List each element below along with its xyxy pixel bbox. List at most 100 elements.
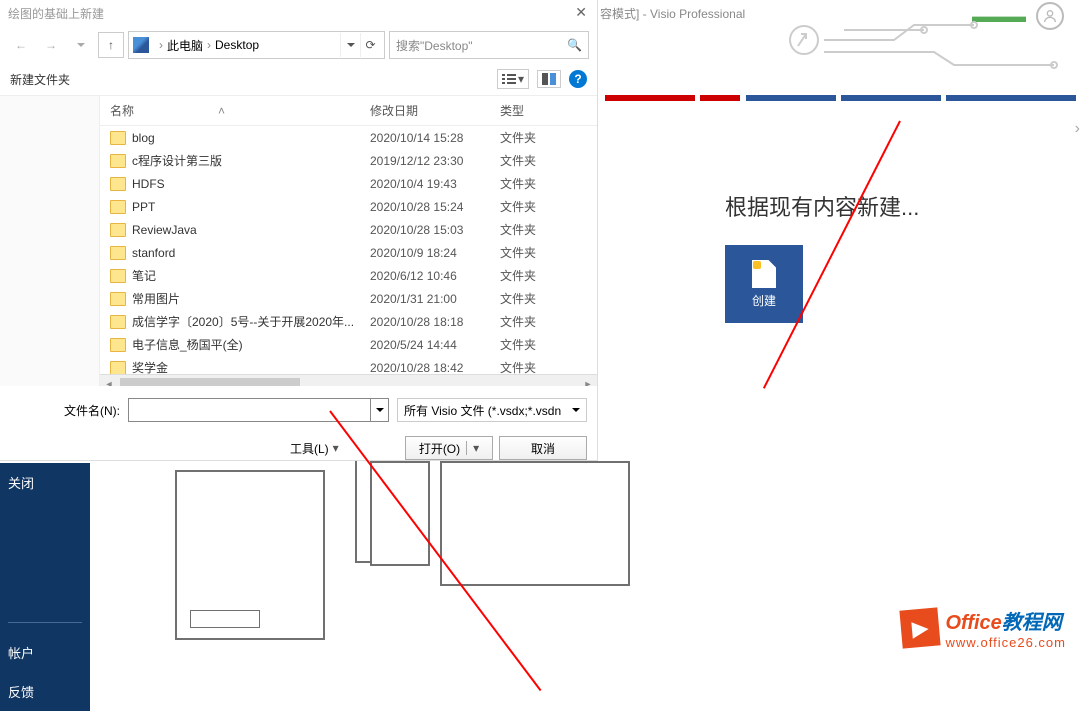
backstage-account[interactable]: 帐户	[0, 633, 90, 672]
file-type: 文件夹	[500, 336, 536, 353]
folder-icon	[110, 292, 126, 306]
file-name: 常用图片	[132, 290, 370, 307]
file-type: 文件夹	[500, 129, 536, 146]
search-input[interactable]: 搜索"Desktop" 🔍	[389, 31, 589, 59]
scroll-left-icon[interactable]	[100, 376, 118, 387]
folder-icon	[110, 131, 126, 145]
tools-button[interactable]: 工具(L) ▾	[290, 436, 339, 460]
preview-pane-button[interactable]	[537, 70, 561, 88]
breadcrumb-dropdown-icon[interactable]	[340, 33, 360, 57]
file-type: 文件夹	[500, 267, 536, 284]
file-date: 2020/10/28 18:42	[370, 361, 500, 375]
file-date: 2020/10/4 19:43	[370, 177, 500, 191]
create-button[interactable]: 创建	[725, 245, 803, 323]
file-name: 电子信息_杨国平(全)	[132, 336, 370, 353]
nav-back-icon[interactable]: ←	[8, 32, 34, 58]
file-date: 2020/1/31 21:00	[370, 292, 500, 306]
file-row[interactable]: stanford 2020/10/9 18:24 文件夹	[100, 241, 597, 264]
file-type: 文件夹	[500, 290, 536, 307]
search-icon[interactable]: 🔍	[567, 38, 582, 52]
folder-icon	[110, 200, 126, 214]
file-date: 2019/12/12 23:30	[370, 154, 500, 168]
file-row[interactable]: PPT 2020/10/28 15:24 文件夹	[100, 195, 597, 218]
file-list: 名称 ˄ 修改日期 类型 blog 2020/10/14 15:28 文件夹 c…	[100, 96, 597, 386]
file-name: ReviewJava	[132, 223, 370, 237]
file-row[interactable]: 常用图片 2020/1/31 21:00 文件夹	[100, 287, 597, 310]
scroll-right-icon[interactable]: ›	[1075, 120, 1080, 138]
nav-recent-icon[interactable]	[68, 32, 94, 58]
app-title-bar: 容模式] - Visio Professional	[600, 5, 745, 22]
new-document-icon	[752, 260, 776, 288]
folder-icon	[110, 315, 126, 329]
filename-dropdown-icon[interactable]	[370, 399, 388, 421]
filetype-label: 所有 Visio 文件 (*.vsdx;*.vsdn	[404, 402, 561, 419]
file-type: 文件夹	[500, 244, 536, 261]
column-name[interactable]: 名称 ˄	[110, 102, 370, 119]
refresh-icon[interactable]: ⟳	[360, 33, 380, 57]
horizontal-scrollbar[interactable]	[100, 374, 597, 386]
nav-up-icon[interactable]: ↑	[98, 32, 124, 58]
file-row[interactable]: HDFS 2020/10/4 19:43 文件夹	[100, 172, 597, 195]
scroll-thumb[interactable]	[120, 378, 300, 387]
folder-icon	[110, 338, 126, 352]
breadcrumb-pc[interactable]: 此电脑	[167, 37, 203, 54]
file-name: c程序设计第三版	[132, 152, 370, 169]
folder-icon	[110, 223, 126, 237]
dialog-title: 绘图的基础上新建	[0, 0, 597, 27]
file-row[interactable]: 奖学金 2020/10/28 18:42 文件夹	[100, 356, 597, 374]
file-name: blog	[132, 131, 370, 145]
file-name: HDFS	[132, 177, 370, 191]
template-thumb[interactable]	[440, 461, 630, 586]
file-type: 文件夹	[500, 359, 536, 374]
visio-backstage-nav: 关闭 帐户 反馈	[0, 463, 90, 711]
watermark-url: www.office26.com	[945, 635, 1066, 650]
close-icon[interactable]: ✕	[575, 4, 587, 21]
file-date: 2020/10/28 18:18	[370, 315, 500, 329]
file-open-dialog: 绘图的基础上新建 ✕ ← → ↑ › 此电脑 › Desktop ⟳ 搜索"De…	[0, 0, 598, 461]
folder-icon	[110, 269, 126, 283]
watermark-icon: ▶	[900, 607, 941, 648]
file-row[interactable]: 笔记 2020/6/12 10:46 文件夹	[100, 264, 597, 287]
cancel-button[interactable]: 取消	[499, 436, 587, 460]
file-row[interactable]: ReviewJava 2020/10/28 15:03 文件夹	[100, 218, 597, 241]
file-row[interactable]: c程序设计第三版 2019/12/12 23:30 文件夹	[100, 149, 597, 172]
file-type: 文件夹	[500, 221, 536, 238]
column-date[interactable]: 修改日期	[370, 102, 500, 119]
open-button[interactable]: 打开(O) ▾	[405, 436, 493, 460]
section-heading: 根据现有内容新建...	[725, 190, 919, 222]
backstage-feedback[interactable]: 反馈	[0, 672, 90, 711]
file-date: 2020/10/28 15:03	[370, 223, 500, 237]
file-name: stanford	[132, 246, 370, 260]
file-type: 文件夹	[500, 313, 536, 330]
file-row[interactable]: blog 2020/10/14 15:28 文件夹	[100, 126, 597, 149]
file-row[interactable]: 成信学字〔2020〕5号--关于开展2020年... 2020/10/28 18…	[100, 310, 597, 333]
new-folder-button[interactable]: 新建文件夹	[10, 71, 70, 88]
file-type: 文件夹	[500, 152, 536, 169]
template-thumb	[190, 610, 260, 628]
scroll-right-icon[interactable]	[579, 376, 597, 387]
file-date: 2020/10/28 15:24	[370, 200, 500, 214]
dialog-nav-pane[interactable]	[0, 96, 100, 386]
folder-icon	[110, 361, 126, 375]
file-date: 2020/10/9 18:24	[370, 246, 500, 260]
file-row[interactable]: 电子信息_杨国平(全) 2020/5/24 14:44 文件夹	[100, 333, 597, 356]
nav-forward-icon[interactable]: →	[38, 32, 64, 58]
breadcrumb-folder[interactable]: Desktop	[215, 38, 259, 52]
column-type[interactable]: 类型	[500, 102, 587, 119]
help-icon[interactable]: ?	[569, 70, 587, 88]
visio-decoration	[774, 10, 1074, 70]
breadcrumb[interactable]: › 此电脑 › Desktop ⟳	[128, 31, 385, 59]
pc-icon	[133, 37, 149, 53]
filename-label: 文件名(N):	[10, 402, 120, 419]
file-date: 2020/10/14 15:28	[370, 131, 500, 145]
watermark: ▶ Office教程网 www.office26.com	[901, 606, 1066, 650]
folder-icon	[110, 177, 126, 191]
file-name: PPT	[132, 200, 370, 214]
filename-input[interactable]	[128, 398, 389, 422]
folder-icon	[110, 246, 126, 260]
file-type: 文件夹	[500, 175, 536, 192]
filetype-select[interactable]: 所有 Visio 文件 (*.vsdx;*.vsdn	[397, 398, 587, 422]
view-mode-button[interactable]: ▾	[497, 69, 529, 89]
file-date: 2020/5/24 14:44	[370, 338, 500, 352]
file-name: 成信学字〔2020〕5号--关于开展2020年...	[132, 313, 370, 330]
